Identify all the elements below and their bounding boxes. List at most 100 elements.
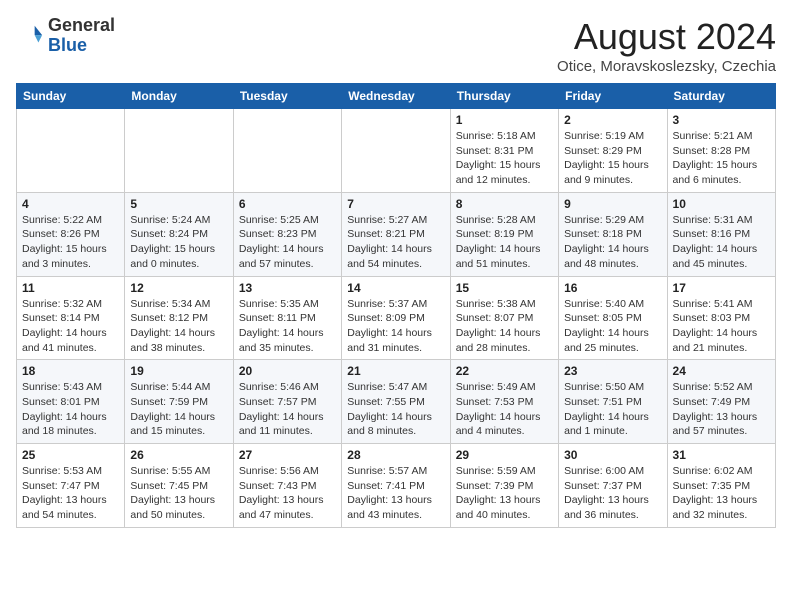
day-info: Sunrise: 5:57 AM Sunset: 7:41 PM Dayligh… bbox=[347, 464, 444, 523]
calendar-cell: 31 Sunrise: 6:02 AM Sunset: 7:35 PM Dayli… bbox=[667, 444, 775, 528]
day-info: Sunrise: 5:22 AM Sunset: 8:26 PM Dayligh… bbox=[22, 213, 119, 272]
calendar-cell: 12 Sunrise: 5:34 AM Sunset: 8:12 PM Dayli… bbox=[125, 276, 233, 360]
calendar-cell bbox=[17, 109, 125, 193]
day-header-wednesday: Wednesday bbox=[342, 84, 450, 109]
calendar-cell: 17 Sunrise: 5:41 AM Sunset: 8:03 PM Dayli… bbox=[667, 276, 775, 360]
day-number: 22 bbox=[456, 364, 553, 378]
day-number: 15 bbox=[456, 281, 553, 295]
day-info: Sunrise: 5:27 AM Sunset: 8:21 PM Dayligh… bbox=[347, 213, 444, 272]
calendar-cell: 7Sunrise: 5:27 AM Sunset: 8:21 PM Daylig… bbox=[342, 192, 450, 276]
calendar-cell: 6 Sunrise: 5:25 AM Sunset: 8:23 PM Daylig… bbox=[233, 192, 341, 276]
calendar-cell: 24 Sunrise: 5:52 AM Sunset: 7:49 PM Dayli… bbox=[667, 360, 775, 444]
day-info: Sunrise: 5:46 AM Sunset: 7:57 PM Dayligh… bbox=[239, 380, 336, 439]
day-header-saturday: Saturday bbox=[667, 84, 775, 109]
day-info: Sunrise: 5:25 AM Sunset: 8:23 PM Dayligh… bbox=[239, 213, 336, 272]
day-info: Sunrise: 5:18 AM Sunset: 8:31 PM Dayligh… bbox=[456, 129, 553, 188]
calendar-cell: 26 Sunrise: 5:55 AM Sunset: 7:45 PM Dayli… bbox=[125, 444, 233, 528]
calendar-week-row: 4Sunrise: 5:22 AM Sunset: 8:26 PM Daylig… bbox=[17, 192, 776, 276]
calendar-cell bbox=[342, 109, 450, 193]
day-number: 14 bbox=[347, 281, 444, 295]
day-number: 24 bbox=[673, 364, 770, 378]
day-info: Sunrise: 5:56 AM Sunset: 7:43 PM Dayligh… bbox=[239, 464, 336, 523]
calendar-cell: 28 Sunrise: 5:57 AM Sunset: 7:41 PM Dayli… bbox=[342, 444, 450, 528]
calendar-week-row: 11Sunrise: 5:32 AM Sunset: 8:14 PM Dayli… bbox=[17, 276, 776, 360]
day-info: Sunrise: 5:38 AM Sunset: 8:07 PM Dayligh… bbox=[456, 297, 553, 356]
calendar-cell: 5 Sunrise: 5:24 AM Sunset: 8:24 PM Daylig… bbox=[125, 192, 233, 276]
day-number: 23 bbox=[564, 364, 661, 378]
calendar-cell: 16Sunrise: 5:40 AM Sunset: 8:05 PM Dayli… bbox=[559, 276, 667, 360]
calendar-cell: 10 Sunrise: 5:31 AM Sunset: 8:16 PM Dayli… bbox=[667, 192, 775, 276]
title-block: August 2024 Otice, Moravskoslezsky, Czec… bbox=[557, 16, 776, 75]
calendar-week-row: 1 Sunrise: 5:18 AM Sunset: 8:31 PM Daylig… bbox=[17, 109, 776, 193]
calendar-header-row: SundayMondayTuesdayWednesdayThursdayFrid… bbox=[17, 84, 776, 109]
day-header-sunday: Sunday bbox=[17, 84, 125, 109]
day-number: 26 bbox=[130, 448, 227, 462]
day-header-friday: Friday bbox=[559, 84, 667, 109]
calendar-cell: 4Sunrise: 5:22 AM Sunset: 8:26 PM Daylig… bbox=[17, 192, 125, 276]
day-info: Sunrise: 5:19 AM Sunset: 8:29 PM Dayligh… bbox=[564, 129, 661, 188]
day-info: Sunrise: 5:31 AM Sunset: 8:16 PM Dayligh… bbox=[673, 213, 770, 272]
calendar-cell: 8Sunrise: 5:28 AM Sunset: 8:19 PM Daylig… bbox=[450, 192, 558, 276]
day-info: Sunrise: 5:24 AM Sunset: 8:24 PM Dayligh… bbox=[130, 213, 227, 272]
day-info: Sunrise: 5:52 AM Sunset: 7:49 PM Dayligh… bbox=[673, 380, 770, 439]
day-info: Sunrise: 5:43 AM Sunset: 8:01 PM Dayligh… bbox=[22, 380, 119, 439]
day-number: 31 bbox=[673, 448, 770, 462]
calendar-cell: 11Sunrise: 5:32 AM Sunset: 8:14 PM Dayli… bbox=[17, 276, 125, 360]
day-header-thursday: Thursday bbox=[450, 84, 558, 109]
day-info: Sunrise: 5:32 AM Sunset: 8:14 PM Dayligh… bbox=[22, 297, 119, 356]
calendar-week-row: 25 Sunrise: 5:53 AM Sunset: 7:47 PM Dayli… bbox=[17, 444, 776, 528]
calendar-cell: 27Sunrise: 5:56 AM Sunset: 7:43 PM Dayli… bbox=[233, 444, 341, 528]
day-number: 28 bbox=[347, 448, 444, 462]
day-info: Sunrise: 5:47 AM Sunset: 7:55 PM Dayligh… bbox=[347, 380, 444, 439]
day-number: 18 bbox=[22, 364, 119, 378]
calendar-cell bbox=[125, 109, 233, 193]
day-info: Sunrise: 5:21 AM Sunset: 8:28 PM Dayligh… bbox=[673, 129, 770, 188]
day-info: Sunrise: 5:35 AM Sunset: 8:11 PM Dayligh… bbox=[239, 297, 336, 356]
calendar-cell: 30 Sunrise: 6:00 AM Sunset: 7:37 PM Dayli… bbox=[559, 444, 667, 528]
day-number: 10 bbox=[673, 197, 770, 211]
day-number: 13 bbox=[239, 281, 336, 295]
day-info: Sunrise: 5:50 AM Sunset: 7:51 PM Dayligh… bbox=[564, 380, 661, 439]
day-number: 21 bbox=[347, 364, 444, 378]
day-number: 6 bbox=[239, 197, 336, 211]
calendar-cell: 18 Sunrise: 5:43 AM Sunset: 8:01 PM Dayli… bbox=[17, 360, 125, 444]
calendar-cell: 22 Sunrise: 5:49 AM Sunset: 7:53 PM Dayli… bbox=[450, 360, 558, 444]
day-info: Sunrise: 5:40 AM Sunset: 8:05 PM Dayligh… bbox=[564, 297, 661, 356]
calendar-cell bbox=[233, 109, 341, 193]
day-info: Sunrise: 5:41 AM Sunset: 8:03 PM Dayligh… bbox=[673, 297, 770, 356]
calendar-cell: 9Sunrise: 5:29 AM Sunset: 8:18 PM Daylig… bbox=[559, 192, 667, 276]
day-info: Sunrise: 6:02 AM Sunset: 7:35 PM Dayligh… bbox=[673, 464, 770, 523]
day-number: 25 bbox=[22, 448, 119, 462]
page-header: General Blue August 2024 Otice, Moravsko… bbox=[16, 16, 776, 75]
day-info: Sunrise: 5:34 AM Sunset: 8:12 PM Dayligh… bbox=[130, 297, 227, 356]
calendar-cell: 14 Sunrise: 5:37 AM Sunset: 8:09 PM Dayli… bbox=[342, 276, 450, 360]
calendar-cell: 2 Sunrise: 5:19 AM Sunset: 8:29 PM Daylig… bbox=[559, 109, 667, 193]
day-number: 19 bbox=[130, 364, 227, 378]
day-header-tuesday: Tuesday bbox=[233, 84, 341, 109]
day-number: 1 bbox=[456, 113, 553, 127]
day-info: Sunrise: 5:49 AM Sunset: 7:53 PM Dayligh… bbox=[456, 380, 553, 439]
day-info: Sunrise: 5:44 AM Sunset: 7:59 PM Dayligh… bbox=[130, 380, 227, 439]
day-info: Sunrise: 5:29 AM Sunset: 8:18 PM Dayligh… bbox=[564, 213, 661, 272]
day-number: 20 bbox=[239, 364, 336, 378]
calendar-cell: 20 Sunrise: 5:46 AM Sunset: 7:57 PM Dayli… bbox=[233, 360, 341, 444]
day-number: 17 bbox=[673, 281, 770, 295]
day-info: Sunrise: 6:00 AM Sunset: 7:37 PM Dayligh… bbox=[564, 464, 661, 523]
day-info: Sunrise: 5:53 AM Sunset: 7:47 PM Dayligh… bbox=[22, 464, 119, 523]
calendar-cell: 23 Sunrise: 5:50 AM Sunset: 7:51 PM Dayli… bbox=[559, 360, 667, 444]
day-number: 12 bbox=[130, 281, 227, 295]
calendar-cell: 13 Sunrise: 5:35 AM Sunset: 8:11 PM Dayli… bbox=[233, 276, 341, 360]
calendar-week-row: 18 Sunrise: 5:43 AM Sunset: 8:01 PM Dayli… bbox=[17, 360, 776, 444]
calendar-cell: 3Sunrise: 5:21 AM Sunset: 8:28 PM Daylig… bbox=[667, 109, 775, 193]
day-info: Sunrise: 5:37 AM Sunset: 8:09 PM Dayligh… bbox=[347, 297, 444, 356]
day-number: 5 bbox=[130, 197, 227, 211]
day-info: Sunrise: 5:59 AM Sunset: 7:39 PM Dayligh… bbox=[456, 464, 553, 523]
day-info: Sunrise: 5:55 AM Sunset: 7:45 PM Dayligh… bbox=[130, 464, 227, 523]
calendar-cell: 29Sunrise: 5:59 AM Sunset: 7:39 PM Dayli… bbox=[450, 444, 558, 528]
day-info: Sunrise: 5:28 AM Sunset: 8:19 PM Dayligh… bbox=[456, 213, 553, 272]
calendar-cell: 1 Sunrise: 5:18 AM Sunset: 8:31 PM Daylig… bbox=[450, 109, 558, 193]
day-number: 2 bbox=[564, 113, 661, 127]
day-header-monday: Monday bbox=[125, 84, 233, 109]
day-number: 30 bbox=[564, 448, 661, 462]
calendar-cell: 15 Sunrise: 5:38 AM Sunset: 8:07 PM Dayli… bbox=[450, 276, 558, 360]
